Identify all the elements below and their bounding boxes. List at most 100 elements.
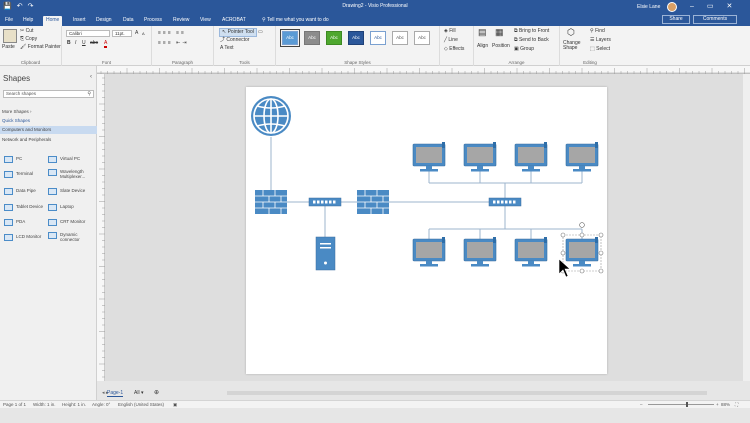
shape-lcd-monitor[interactable]: LCD Monitor [4, 234, 48, 244]
shape-slate-device[interactable]: Slate Device [48, 188, 96, 198]
style-swatch-6[interactable]: Abc [392, 31, 408, 45]
change-shape-icon[interactable]: ⬡ [567, 28, 575, 37]
share-button[interactable]: Share [662, 15, 690, 24]
font-color-button[interactable]: A [104, 40, 108, 48]
tab-file[interactable]: File [4, 16, 14, 24]
shape-dynamic-connector[interactable]: Dynamic connector [48, 232, 96, 246]
position-button[interactable]: Position [492, 43, 510, 50]
switch-icon[interactable] [488, 197, 522, 207]
drawing-canvas[interactable] [105, 74, 743, 381]
tab-home[interactable]: Home [43, 16, 63, 26]
workstation-monitor-icon[interactable] [463, 236, 497, 267]
selected-monitor-icon[interactable] [565, 236, 599, 267]
align-icon[interactable]: ▤ [478, 28, 487, 37]
all-pages-dropdown[interactable]: All ▾ [134, 390, 143, 396]
zoom-slider-thumb[interactable] [686, 402, 688, 407]
line-button[interactable]: ╱ Line [444, 37, 458, 44]
align-text-buttons[interactable]: ≡≡≡ ≡≡ [158, 30, 186, 37]
style-swatch-5[interactable]: Abc [370, 31, 386, 45]
group-button[interactable]: ▣ Group [514, 46, 534, 53]
shapes-search-input[interactable]: Search shapes ⚲ [3, 90, 94, 98]
shape-wavelength-multiplexer[interactable]: Wavelength Multiplexer... [48, 169, 96, 183]
zoom-level[interactable]: 88% [721, 402, 730, 407]
shrink-font-button[interactable]: A [142, 30, 145, 37]
zoom-slider[interactable] [648, 404, 714, 405]
shape-pc[interactable]: PC [4, 156, 48, 166]
vertical-scrollbar[interactable] [743, 74, 750, 381]
underline-button[interactable]: U [82, 40, 86, 47]
connector-button[interactable]: ⤴ Connector [220, 37, 249, 44]
tab-view[interactable]: View [199, 16, 212, 24]
tab-data[interactable]: Data [122, 16, 135, 24]
change-shape-button[interactable]: Change Shape [563, 41, 585, 51]
stencil-computers-monitors[interactable]: Computers and Monitors [0, 126, 97, 134]
tab-design[interactable]: Design [95, 16, 113, 24]
workstation-monitor-icon[interactable] [565, 141, 599, 172]
find-button[interactable]: ⚲ Find [590, 28, 605, 35]
shape-pda[interactable]: PDA [4, 219, 48, 229]
effects-button[interactable]: ◇ Effects [444, 46, 464, 53]
workstation-monitor-icon[interactable] [514, 236, 548, 267]
font-name-select[interactable]: Calibri [66, 30, 110, 37]
position-icon[interactable]: ▦ [495, 28, 504, 37]
firewall-icon[interactable] [356, 189, 390, 215]
switch-icon[interactable] [308, 197, 342, 207]
add-page-button[interactable]: ⊕ [154, 389, 159, 396]
zoom-out-button[interactable]: – [640, 402, 643, 407]
bold-button[interactable]: B [67, 40, 71, 47]
shape-laptop[interactable]: Laptop [48, 204, 96, 214]
status-page[interactable]: Page 1 of 1 [3, 402, 26, 407]
paste-button[interactable]: Paste [2, 44, 15, 51]
stencil-network-peripherals[interactable]: Network and Peripherals [0, 136, 97, 144]
shape-crt-monitor[interactable]: CRT Monitor [48, 219, 96, 229]
tab-page-1[interactable]: Page-1 [107, 390, 124, 397]
strikethrough-button[interactable]: abc [90, 40, 98, 47]
bring-to-front-button[interactable]: ⧉ Bring to Front [514, 28, 549, 35]
send-to-back-button[interactable]: ⧉ Send to Back [514, 37, 549, 44]
rectangle-icon[interactable]: ▭ [258, 29, 263, 36]
tab-help[interactable]: Help [22, 16, 34, 24]
style-swatch-4[interactable]: Abc [348, 31, 364, 45]
shape-virtual-pc[interactable]: Virtual PC [48, 156, 96, 166]
status-language[interactable]: English (United States) [118, 402, 164, 407]
firewall-icon[interactable] [254, 189, 288, 215]
cut-button[interactable]: ✂ Cut [20, 28, 33, 35]
italic-button[interactable]: I [75, 40, 76, 47]
comments-button[interactable]: Comments [693, 15, 737, 24]
shape-tablet-device[interactable]: Tablet Device [4, 204, 48, 214]
collapse-panel-icon[interactable]: ‹ [90, 74, 92, 80]
restore-button[interactable]: ▭ [707, 2, 714, 11]
drawing-page[interactable] [246, 87, 607, 374]
horizontal-scrollbar[interactable] [227, 391, 707, 395]
avatar[interactable] [667, 2, 677, 12]
layers-button[interactable]: ☰ Layers [590, 37, 611, 44]
paste-icon[interactable] [3, 29, 17, 43]
grow-font-button[interactable]: A [135, 30, 138, 37]
user-name[interactable]: Elsie Lane [637, 4, 660, 10]
tab-review[interactable]: Review [172, 16, 190, 24]
minimize-button[interactable]: – [690, 2, 694, 11]
text-tool-button[interactable]: A Text [220, 45, 234, 52]
fill-button[interactable]: ◈ Fill [444, 28, 456, 35]
style-swatch-7[interactable]: Abc [414, 31, 430, 45]
align-button[interactable]: Align [477, 43, 488, 50]
font-size-select[interactable]: 11pt. [112, 30, 132, 37]
search-icon[interactable]: ⚲ [87, 91, 91, 97]
pointer-tool-button[interactable]: ↖ Pointer Tool [219, 28, 257, 37]
fit-page-icon[interactable]: ⛶ [735, 402, 738, 407]
select-button[interactable]: ⬚ Select [590, 46, 610, 53]
more-shapes-item[interactable]: More Shapes › [0, 108, 97, 116]
workstation-monitor-icon[interactable] [463, 141, 497, 172]
style-swatch-2[interactable]: Abc [304, 31, 320, 45]
tab-insert[interactable]: Insert [72, 16, 87, 24]
server-icon[interactable] [315, 236, 336, 271]
quick-shapes-item[interactable]: Quick Shapes [0, 117, 97, 125]
style-swatch-3[interactable]: Abc [326, 31, 342, 45]
tell-me-search[interactable]: ⚲ Tell me what you want to do [262, 16, 329, 24]
shape-terminal[interactable]: Terminal [4, 171, 48, 181]
copy-button[interactable]: ⎘ Copy [20, 36, 37, 43]
style-swatch-1[interactable]: Abc [280, 29, 300, 47]
internet-globe-icon[interactable] [251, 96, 291, 136]
zoom-in-button[interactable]: + [716, 402, 719, 407]
tab-acrobat[interactable]: ACROBAT [221, 16, 247, 24]
